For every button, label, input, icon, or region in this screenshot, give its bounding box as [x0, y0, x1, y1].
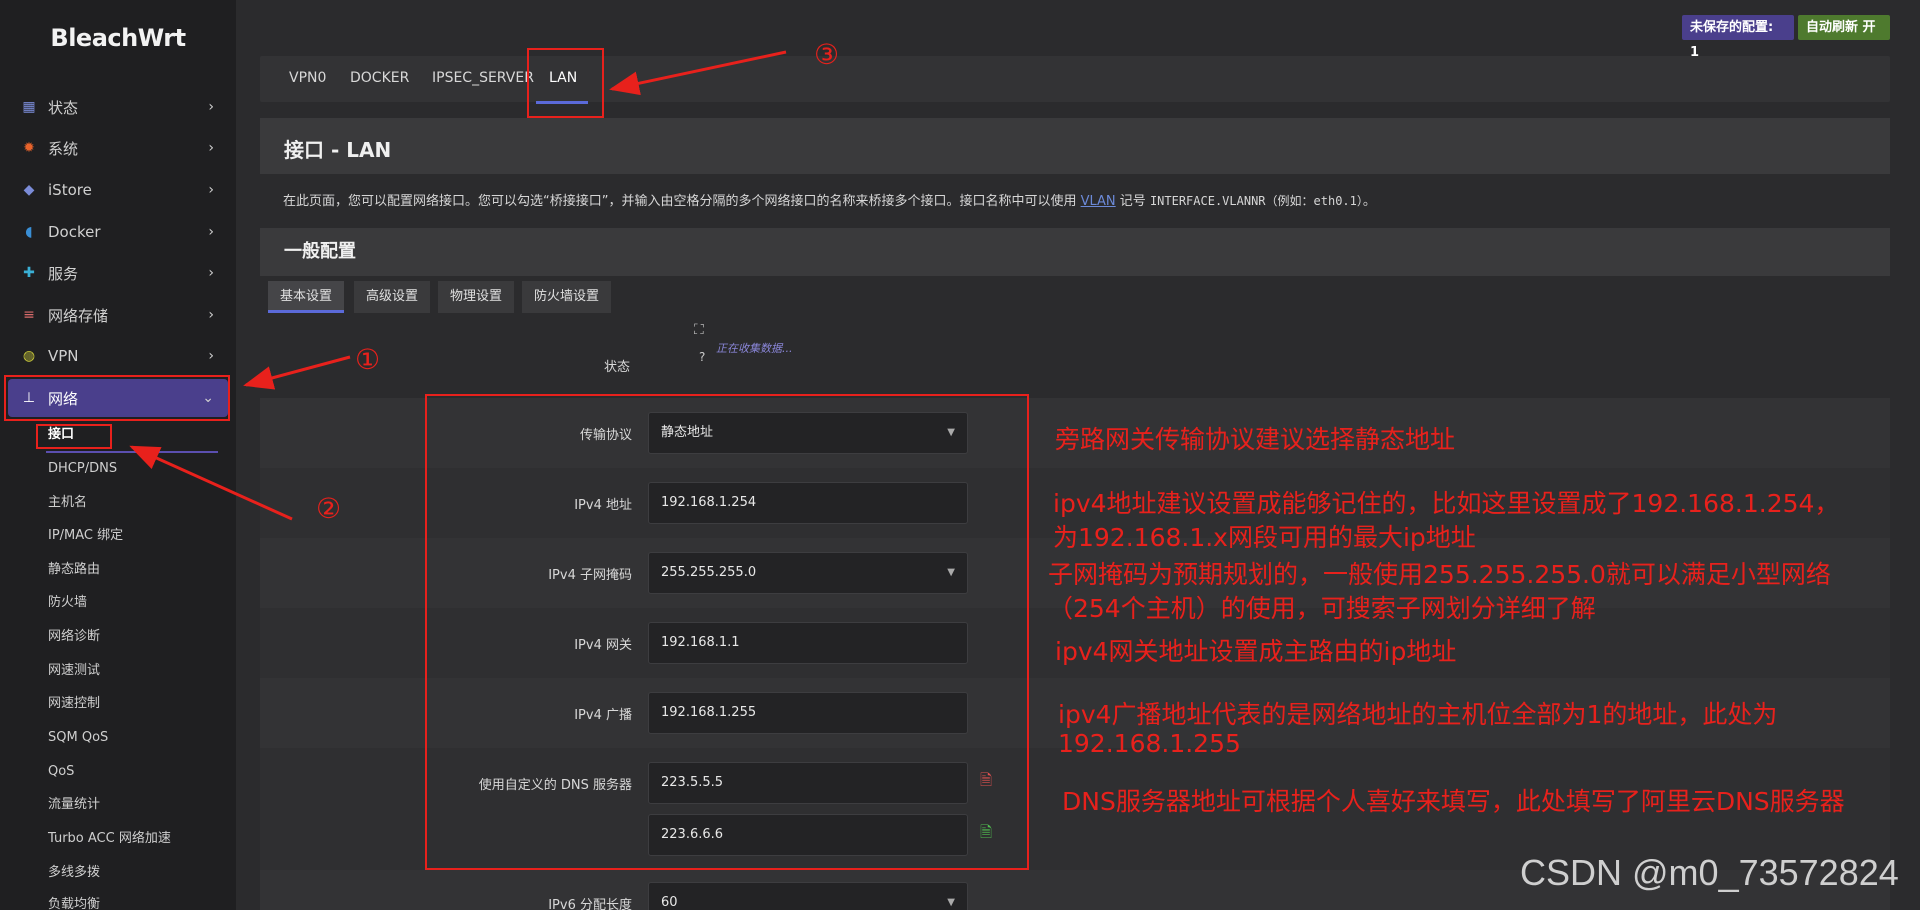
annotation-broadcast-line1: ipv4广播地址代表的是网络地址的主机位全部为1的地址，此处为	[1058, 700, 1778, 729]
annotation-netmask-line1: 子网掩码为预期规划的，一般使用255.255.255.0就可以满足小型网络	[1048, 560, 1831, 589]
annotation-number-3: ③	[814, 38, 840, 71]
annotation-dns: DNS服务器地址可根据个人喜好来填写，此处填写了阿里云DNS服务器	[1062, 787, 1845, 816]
annotation-number-2: ②	[316, 492, 342, 525]
annotation-broadcast-line2: 192.168.1.255	[1058, 729, 1241, 758]
annotation-arrows	[129, 50, 787, 521]
annotation-protocol: 旁路网关传输协议建议选择静态地址	[1055, 425, 1456, 454]
annotation-gateway: ipv4网关地址设置成主路由的ip地址	[1055, 637, 1457, 666]
watermark: CSDN @m0_73572824	[1520, 852, 1899, 893]
annotation-ipv4-line1: ipv4地址建议设置成能够记住的，比如这里设置成了192.168.1.254，	[1053, 489, 1840, 518]
annotation-ipv4-line2: 为192.168.1.x网段可用的最大ip地址	[1053, 523, 1476, 552]
annotation-number-1: ①	[355, 343, 381, 376]
annotation-netmask-line2: （254个主机）的使用，可搜索子网划分详细了解	[1048, 594, 1596, 623]
